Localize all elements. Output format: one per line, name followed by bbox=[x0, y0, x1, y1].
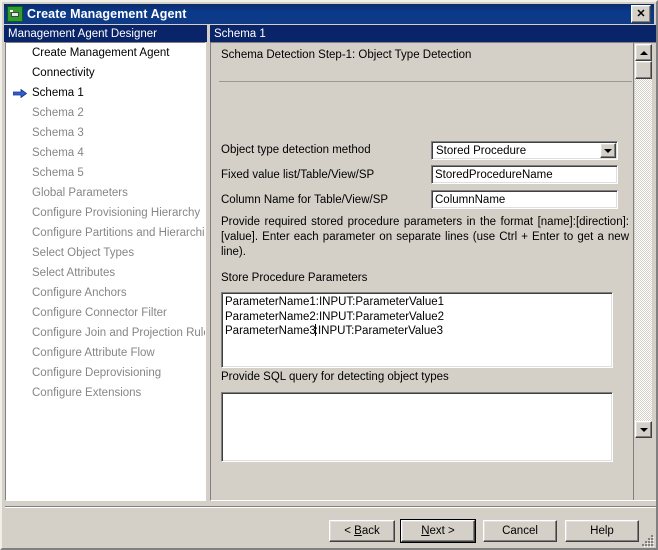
stored-procedure-parameters-textarea[interactable]: ParameterName1:INPUT:ParameterValue1 Par… bbox=[221, 292, 613, 368]
sidebar-item-label: Configure Extensions bbox=[32, 387, 142, 399]
sidebar-item-label: Schema 2 bbox=[32, 107, 84, 119]
window-title: Create Management Agent bbox=[27, 7, 187, 21]
column-name-label: Column Name for Table/View/SP bbox=[221, 194, 389, 206]
sidebar-item-configure-join-and-projection-rules: Configure Join and Projection Rules bbox=[6, 323, 205, 343]
sidebar-item-label: Configure Deprovisioning bbox=[32, 367, 162, 379]
sidebar-item-label: Schema 5 bbox=[32, 167, 84, 179]
resize-grip-icon[interactable] bbox=[641, 533, 655, 547]
sidebar-item-global-parameters: Global Parameters bbox=[6, 183, 205, 203]
detection-method-value: Stored Procedure bbox=[436, 144, 527, 157]
sidebar-item-configure-attribute-flow: Configure Attribute Flow bbox=[6, 343, 205, 363]
sidebar-item-configure-partitions-and-hierarchies: Configure Partitions and Hierarchies bbox=[6, 223, 205, 243]
sidebar-item-label: Configure Anchors bbox=[32, 287, 127, 299]
sidebar-item-label: Connectivity bbox=[32, 67, 95, 79]
sp-param-line-2: ParameterName2:INPUT:ParameterValue2 bbox=[225, 310, 445, 323]
sidebar-item-configure-anchors: Configure Anchors bbox=[6, 283, 205, 303]
footer-divider-highlight bbox=[5, 507, 656, 508]
detection-method-select[interactable]: Stored Procedure bbox=[431, 141, 618, 160]
help-button[interactable]: Help bbox=[565, 520, 639, 542]
schema-detection-pane: Schema Detection Step-1: Object Type Det… bbox=[210, 42, 656, 501]
sidebar-item-label: Schema 1 bbox=[32, 87, 84, 99]
sidebar-item-configure-extensions: Configure Extensions bbox=[6, 383, 205, 403]
chevron-down-icon[interactable] bbox=[600, 143, 616, 158]
close-icon[interactable]: ✕ bbox=[631, 5, 651, 23]
sidebar-item-label: Select Attributes bbox=[32, 267, 116, 279]
content-vertical-scrollbar[interactable] bbox=[635, 44, 652, 438]
create-management-agent-window: Create Management Agent ✕ Management Age… bbox=[0, 0, 658, 550]
sidebar-item-label: Configure Partitions and Hierarchies bbox=[32, 227, 206, 239]
sidebar-item-create-management-agent[interactable]: Create Management Agent bbox=[6, 43, 205, 63]
sidebar-item-label: Configure Connector Filter bbox=[32, 307, 167, 319]
sidebar-item-select-attributes: Select Attributes bbox=[6, 263, 205, 283]
sp-param-line-1: ParameterName1:INPUT:ParameterValue1 bbox=[225, 296, 445, 308]
sidebar-item-label: Global Parameters bbox=[32, 187, 128, 199]
fixed-value-input[interactable]: StoredProcedureName bbox=[431, 165, 618, 184]
title-bar: Create Management Agent ✕ bbox=[4, 4, 654, 24]
sidebar-item-connectivity[interactable]: Connectivity bbox=[6, 63, 205, 83]
scrollbar-thumb[interactable] bbox=[635, 61, 652, 79]
sidebar-item-label: Configure Provisioning Hierarchy bbox=[32, 207, 201, 219]
cancel-button[interactable]: Cancel bbox=[483, 520, 557, 542]
sidebar-item-label: Schema 4 bbox=[32, 147, 84, 159]
page-title: Schema Detection Step-1: Object Type Det… bbox=[221, 49, 472, 61]
sp-param-line-3-post: :INPUT:ParameterValue3 bbox=[314, 325, 444, 337]
current-step-arrow-icon bbox=[13, 89, 27, 98]
next-button[interactable]: Next > bbox=[400, 519, 476, 543]
sidebar-item-label: Configure Join and Projection Rules bbox=[32, 327, 206, 339]
dialog-footer: < Back Next > Cancel Help bbox=[2, 512, 656, 548]
sidebar-item-schema-3: Schema 3 bbox=[6, 123, 205, 143]
sidebar-item-label: Select Object Types bbox=[32, 247, 135, 259]
fixed-value-label: Fixed value list/Table/View/SP bbox=[221, 169, 375, 181]
scroll-up-icon[interactable] bbox=[635, 44, 652, 61]
sidebar-item-configure-connector-filter: Configure Connector Filter bbox=[6, 303, 205, 323]
sidebar-item-label: Create Management Agent bbox=[32, 47, 170, 59]
sidebar-item-label: Configure Attribute Flow bbox=[32, 347, 155, 359]
sql-query-textarea[interactable] bbox=[221, 392, 613, 462]
back-button-label: < Back bbox=[344, 525, 380, 537]
scroll-frame-divider bbox=[633, 43, 634, 500]
sp-param-line-3-pre: ParameterName3 bbox=[225, 325, 316, 337]
left-panel-header: Management Agent Designer bbox=[4, 25, 207, 42]
scroll-down-icon[interactable] bbox=[635, 421, 652, 438]
sp-params-label: Store Procedure Parameters bbox=[221, 272, 368, 284]
sidebar-item-configure-deprovisioning: Configure Deprovisioning bbox=[6, 363, 205, 383]
sidebar-item-schema-4: Schema 4 bbox=[6, 143, 205, 163]
sidebar-item-schema-2: Schema 2 bbox=[6, 103, 205, 123]
back-button[interactable]: < Back bbox=[329, 520, 395, 542]
sql-query-label: Provide SQL query for detecting object t… bbox=[221, 371, 449, 383]
management-agent-icon bbox=[7, 6, 23, 22]
wizard-step-list[interactable]: Create Management Agent Connectivity Schem… bbox=[5, 42, 206, 501]
sidebar-item-schema-5: Schema 5 bbox=[6, 163, 205, 183]
next-button-label: Next > bbox=[421, 525, 455, 537]
detection-method-label: Object type detection method bbox=[221, 144, 371, 156]
help-text: Provide required stored procedure parame… bbox=[221, 216, 629, 258]
sidebar-item-select-object-types: Select Object Types bbox=[6, 243, 205, 263]
title-divider bbox=[219, 81, 632, 82]
sidebar-item-label: Schema 3 bbox=[32, 127, 84, 139]
right-panel-header: Schema 1 bbox=[210, 25, 656, 42]
sidebar-item-schema-1[interactable]: Schema 1 bbox=[6, 83, 205, 103]
sidebar-item-configure-provisioning-hierarchy: Configure Provisioning Hierarchy bbox=[6, 203, 205, 223]
column-name-input[interactable]: ColumnName bbox=[431, 190, 618, 209]
scrollbar-track[interactable] bbox=[635, 61, 652, 421]
